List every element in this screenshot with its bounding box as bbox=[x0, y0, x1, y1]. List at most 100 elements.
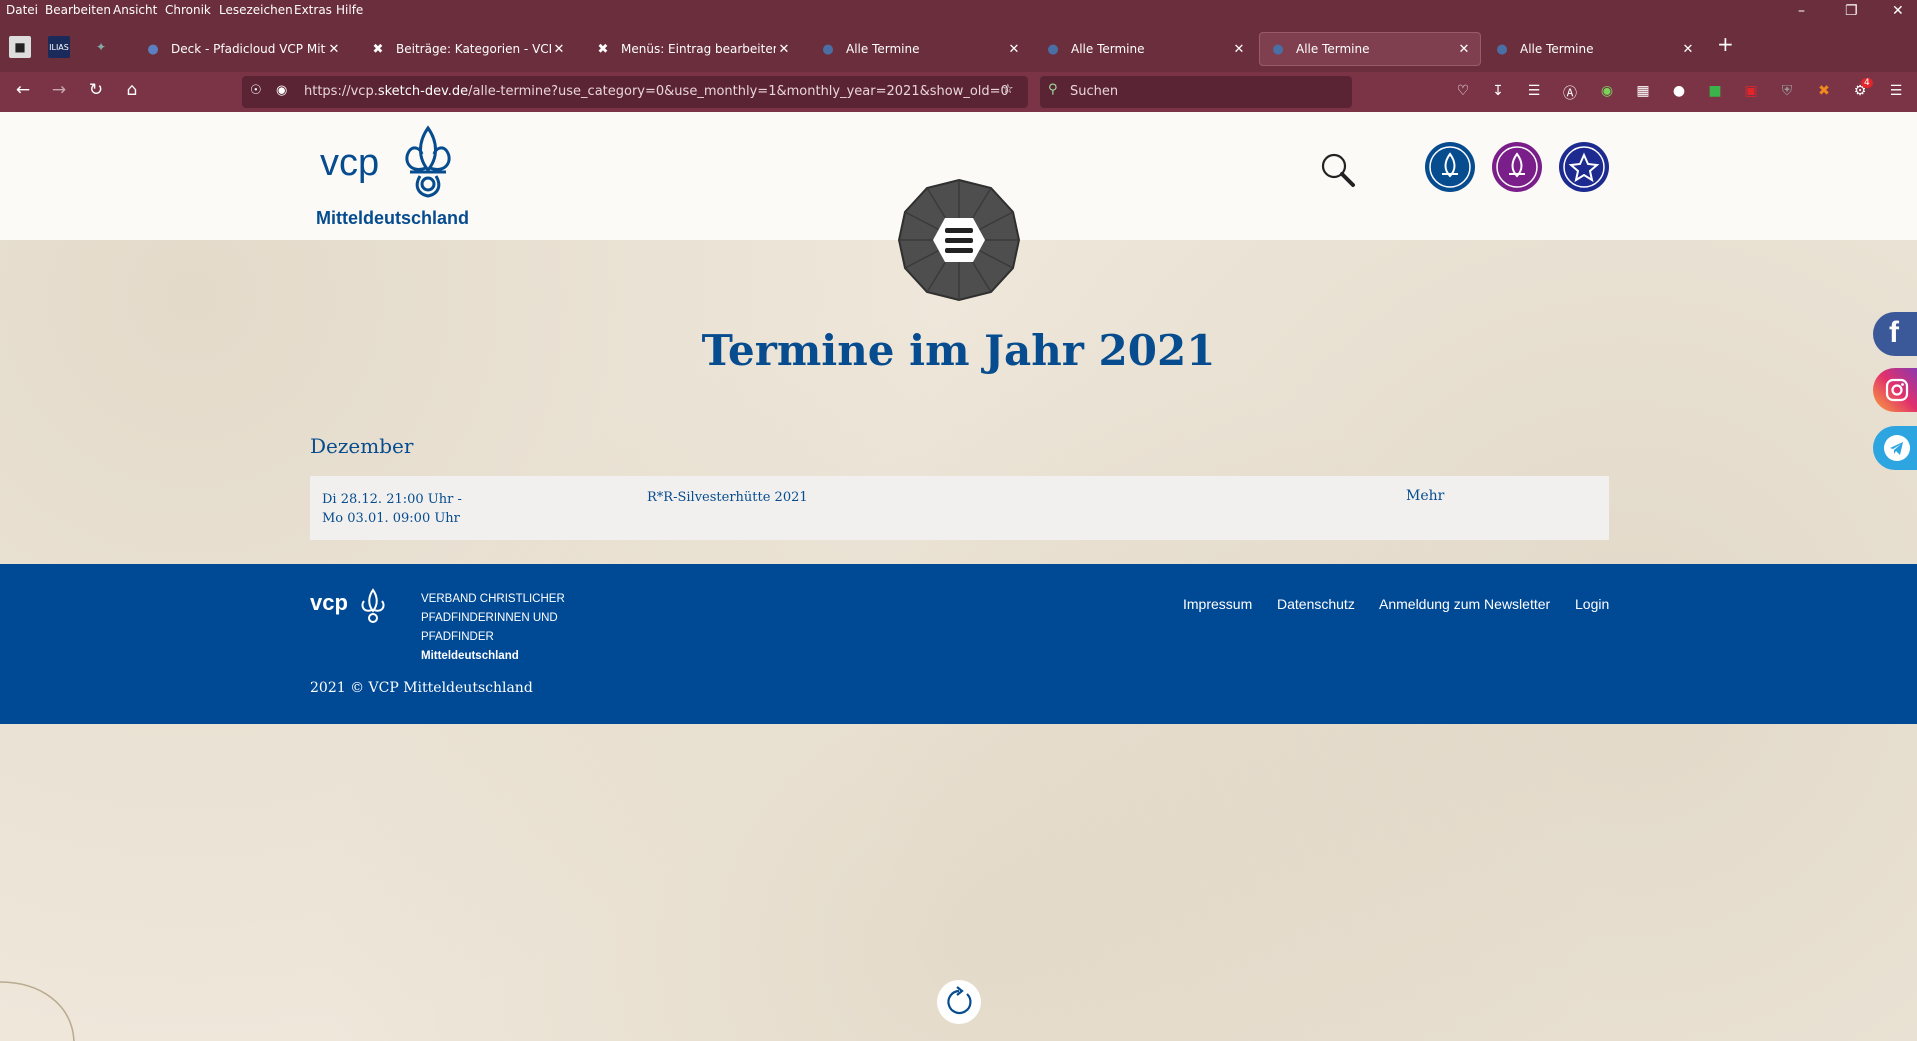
tab-alle-termine-4[interactable]: ● Alle Termine ✕ bbox=[1484, 32, 1704, 66]
close-window-icon[interactable]: ✕ bbox=[1892, 3, 1904, 19]
footer-link-impressum[interactable]: Impressum bbox=[1183, 596, 1252, 612]
footer-org-line: PFADFINDER bbox=[421, 631, 494, 643]
forward-icon[interactable]: → bbox=[47, 80, 71, 100]
menu-bar: Datei Bearbeiten Ansicht Chronik Lesezei… bbox=[0, 0, 1917, 22]
search-engine-icon: ⚲ bbox=[1048, 82, 1058, 97]
lily-logo-icon[interactable] bbox=[396, 124, 460, 200]
menu-hilfe[interactable]: Hilfe bbox=[336, 3, 363, 17]
extension-orange-x-icon[interactable]: ✖ bbox=[1814, 83, 1834, 99]
event-row: Di 28.12. 21:00 Uhr - Mo 03.01. 09:00 Uh… bbox=[310, 476, 1609, 540]
tab-label: Alle Termine bbox=[1520, 42, 1594, 56]
back-icon[interactable]: ← bbox=[11, 80, 35, 100]
menu-toggle-button[interactable] bbox=[895, 178, 1023, 302]
page-content: vcp Mitteldeutschland Termine im Jahr 20… bbox=[0, 112, 1917, 1041]
footer-link-datenschutz[interactable]: Datenschutz bbox=[1277, 596, 1355, 612]
restore-icon[interactable]: ❐ bbox=[1845, 3, 1858, 19]
tab-alle-termine-active[interactable]: ● Alle Termine ✕ bbox=[1259, 32, 1481, 66]
menu-extras[interactable]: Extras bbox=[294, 3, 332, 17]
tab-label: Alle Termine bbox=[846, 42, 920, 56]
menu-chronik[interactable]: Chronik bbox=[165, 3, 211, 17]
site-favicon-icon: ● bbox=[1496, 41, 1508, 57]
refresh-arrow-icon bbox=[947, 986, 972, 1015]
lock-icon[interactable]: ◉ bbox=[276, 83, 287, 98]
event-more-link[interactable]: Mehr bbox=[1406, 488, 1444, 504]
extension-mask-icon[interactable]: ● bbox=[1669, 83, 1689, 99]
account-icon[interactable]: Ⓐ bbox=[1560, 83, 1580, 103]
extension-red-s-icon[interactable]: ▣ bbox=[1741, 83, 1761, 99]
home-icon[interactable]: ⌂ bbox=[120, 80, 144, 100]
bookmark-star-icon[interactable]: ☆ bbox=[1002, 82, 1014, 97]
shield-icon[interactable]: ☉ bbox=[250, 83, 262, 98]
wosm-badge-icon[interactable] bbox=[1492, 142, 1542, 192]
tab-alle-termine-2[interactable]: ● Alle Termine ✕ bbox=[1035, 32, 1255, 66]
menu-datei[interactable]: Datei bbox=[6, 3, 38, 17]
menu-lesezeichen[interactable]: Lesezeichen bbox=[219, 3, 293, 17]
hamburger-menu-icon[interactable]: ☰ bbox=[1886, 83, 1906, 99]
tab-label: Beiträge: Kategorien - VCP Mitt bbox=[396, 42, 551, 56]
tab-close-icon[interactable]: ✕ bbox=[1456, 42, 1472, 57]
facebook-button[interactable]: f bbox=[1873, 312, 1917, 356]
tab-close-icon[interactable]: ✕ bbox=[326, 42, 342, 57]
telegram-button[interactable] bbox=[1873, 426, 1917, 470]
footer-link-newsletter[interactable]: Anmeldung zum Newsletter bbox=[1379, 596, 1550, 612]
instagram-icon bbox=[1885, 378, 1909, 402]
tab-deck[interactable]: ● Deck - Pfadicloud VCP Mitteld ✕ bbox=[135, 32, 350, 66]
url-text[interactable]: https://vcp.sketch-dev.de/alle-termine?u… bbox=[304, 84, 1009, 99]
site-favicon-icon: ● bbox=[822, 41, 834, 57]
tab-close-icon[interactable]: ✕ bbox=[776, 42, 792, 57]
tab-alle-termine-1[interactable]: ● Alle Termine ✕ bbox=[810, 32, 1030, 66]
footer-copyright: 2021 © VCP Mitteldeutschland bbox=[310, 680, 533, 696]
site-favicon-icon: ● bbox=[1047, 41, 1059, 57]
extension-green-icon[interactable]: ◉ bbox=[1597, 83, 1617, 99]
cloud-icon: ● bbox=[147, 41, 159, 57]
pinned-tab-2-icon[interactable]: ILIAS bbox=[48, 36, 70, 58]
vcp-badge-icon[interactable] bbox=[1425, 142, 1475, 192]
tab-label: Alle Termine bbox=[1296, 42, 1370, 56]
telegram-icon bbox=[1884, 435, 1910, 461]
ublock-icon[interactable]: ⛨ bbox=[1777, 83, 1797, 99]
facebook-icon: f bbox=[1889, 316, 1899, 349]
library-icon[interactable]: ☰ bbox=[1524, 83, 1544, 99]
event-title-link[interactable]: R*R-Silvesterhütte 2021 bbox=[647, 490, 808, 505]
scroll-top-button[interactable] bbox=[937, 980, 981, 1024]
tab-menues[interactable]: ✖ Menüs: Eintrag bearbeiten - VCI ✕ bbox=[585, 32, 800, 66]
site-logo-subtitle: Mitteldeutschland bbox=[316, 208, 470, 228]
menu-ansicht[interactable]: Ansicht bbox=[113, 3, 157, 17]
footer-logo[interactable]: vcp bbox=[310, 588, 385, 623]
notification-badge: 4 bbox=[1861, 78, 1873, 88]
pinned-tab-1-icon[interactable]: ■ bbox=[9, 36, 31, 58]
footer-lily-icon bbox=[361, 588, 385, 623]
instagram-button[interactable] bbox=[1873, 368, 1917, 412]
joomla-icon: ✖ bbox=[372, 41, 384, 57]
site-logo-text[interactable]: vcp bbox=[320, 142, 379, 185]
new-tab-icon[interactable]: + bbox=[1717, 32, 1734, 56]
reload-icon[interactable]: ↻ bbox=[84, 80, 108, 100]
tab-close-icon[interactable]: ✕ bbox=[1006, 42, 1022, 57]
minimize-icon[interactable]: – bbox=[1798, 3, 1805, 19]
pocket-icon[interactable]: ♡ bbox=[1453, 83, 1473, 99]
event-date-start: Di 28.12. 21:00 Uhr - bbox=[322, 492, 462, 507]
site-footer: vcp VERBAND CHRISTLICHER PFADFINDERINNEN… bbox=[0, 564, 1917, 724]
extension-green-square-icon[interactable]: ■ bbox=[1705, 83, 1725, 99]
wagggs-badge-icon[interactable] bbox=[1559, 142, 1609, 192]
footer-org-region: Mitteldeutschland bbox=[421, 650, 519, 662]
month-heading: Dezember bbox=[310, 434, 414, 458]
tab-close-icon[interactable]: ✕ bbox=[1680, 42, 1696, 57]
footer-logo-text: vcp bbox=[310, 590, 348, 615]
tab-close-icon[interactable]: ✕ bbox=[551, 42, 567, 57]
pinned-tab-3-icon[interactable]: ✦ bbox=[90, 36, 112, 58]
tab-close-icon[interactable]: ✕ bbox=[1231, 42, 1247, 57]
search-bar[interactable]: ⚲ Suchen bbox=[1040, 76, 1352, 108]
footer-organization: VERBAND CHRISTLICHER PFADFINDERINNEN UND… bbox=[421, 590, 565, 666]
url-domain: sketch-dev.de bbox=[377, 84, 469, 99]
downloads-icon[interactable]: ↧ bbox=[1488, 83, 1508, 99]
url-bar[interactable]: ☉ ◉ https://vcp.sketch-dev.de/alle-termi… bbox=[242, 76, 1028, 108]
tab-beitraege[interactable]: ✖ Beiträge: Kategorien - VCP Mitt ✕ bbox=[360, 32, 575, 66]
extension-grid-icon[interactable]: ▦ bbox=[1633, 83, 1653, 99]
search-placeholder: Suchen bbox=[1070, 84, 1119, 99]
url-path: /alle-termine?use_category=0&use_monthly… bbox=[468, 84, 1009, 99]
menu-bearbeiten[interactable]: Bearbeiten bbox=[45, 3, 111, 17]
page-title: Termine im Jahr 2021 bbox=[701, 326, 1216, 375]
footer-link-login[interactable]: Login bbox=[1575, 596, 1609, 612]
search-icon[interactable] bbox=[1320, 152, 1356, 188]
